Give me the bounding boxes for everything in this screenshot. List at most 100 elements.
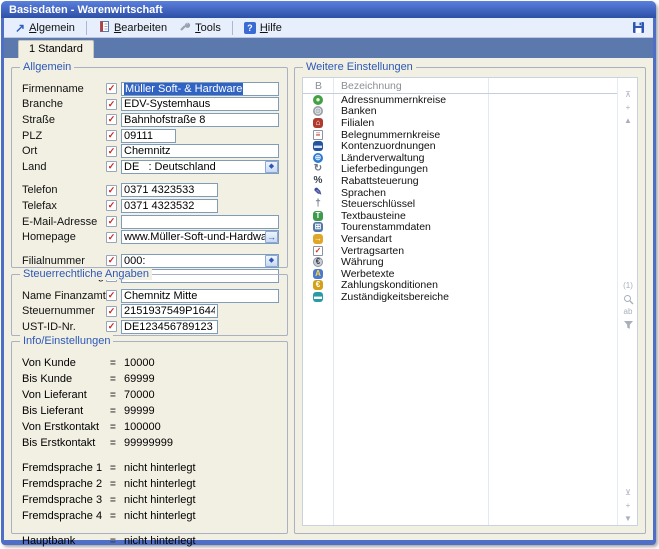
list-item[interactable]: ≡Belegnummernkreise — [303, 129, 617, 141]
edit-check-icon[interactable]: ✓ — [106, 185, 117, 196]
text-field[interactable] — [121, 215, 279, 229]
dropdown-field[interactable]: DE : Deutschland◆ — [121, 160, 279, 174]
window-titlebar[interactable]: Basisdaten - Warenwirtschaft — [1, 1, 656, 18]
field-row: Telefax✓0371 4323532 — [22, 198, 279, 214]
info-label: Fremdsprache 3 — [22, 494, 110, 506]
toolbar: ↗ Algemein Bearbeiten Tools ? Hilfe — [4, 18, 653, 38]
edit-check-icon[interactable]: ✓ — [106, 114, 117, 125]
info-row: Bis Kunde=69999 — [22, 371, 279, 387]
field-row: E-Mail-Adresse✓ — [22, 214, 279, 230]
list-item[interactable]: †Steuerschlüssel — [303, 198, 617, 210]
sort-icon[interactable]: ab — [618, 307, 638, 317]
save-button[interactable] — [629, 20, 647, 36]
edit-check-icon[interactable]: ✓ — [106, 200, 117, 211]
row-up-icon[interactable]: + — [618, 103, 638, 113]
list-item[interactable]: ↻Lieferbedingungen — [303, 164, 617, 176]
edit-check-icon[interactable]: ✓ — [106, 290, 117, 301]
list-item[interactable]: TTextbausteine — [303, 210, 617, 222]
list-item[interactable]: AWerbetexte — [303, 268, 617, 280]
list-item[interactable]: ⌂Filialen — [303, 117, 617, 129]
info-label: Fremdsprache 2 — [22, 478, 110, 490]
list-item[interactable]: ✓Vertragsarten — [303, 245, 617, 257]
dropdown-spinner-icon[interactable]: ◆ — [265, 255, 278, 267]
text-field[interactable]: Chemnitz Mitte — [121, 289, 279, 303]
text-field[interactable]: EDV-Systemhaus — [121, 97, 279, 111]
info-row: Von Lieferant=70000 — [22, 387, 279, 403]
edit-check-icon[interactable]: ✓ — [106, 161, 117, 172]
text-field[interactable]: 0371 4323533 — [121, 183, 218, 197]
list-item[interactable]: ⊞Tourenstammdaten — [303, 222, 617, 234]
filter-icon[interactable] — [618, 320, 638, 333]
tab-strip: 1 Standard — [4, 38, 653, 58]
info-label: Von Lieferant — [22, 389, 110, 401]
edit-check-icon[interactable]: ✓ — [106, 232, 117, 243]
text-field[interactable]: 0371 4323532 — [121, 199, 218, 213]
list-item[interactable]: ◎Banken — [303, 106, 617, 118]
field-label: PLZ — [22, 130, 106, 142]
field-value: 09111 — [124, 130, 173, 142]
text-blocks-icon: T — [313, 211, 323, 221]
equals-sign: = — [110, 406, 124, 417]
open-link-icon[interactable]: → — [265, 231, 278, 243]
info-row: Fremdsprache 3=nicht hinterlegt — [22, 492, 279, 508]
column-header-bezeichnung[interactable]: Bezeichnung — [333, 80, 402, 92]
text-field[interactable]: Bahnhofstraße 8 — [121, 113, 279, 127]
menu-hilfe[interactable]: ? Hilfe — [239, 21, 287, 35]
dropdown-field[interactable]: 000:◆ — [121, 254, 279, 268]
list-item-label: Zuständigkeitsbereiche — [333, 291, 449, 303]
edit-check-icon[interactable]: ✓ — [106, 321, 117, 332]
edit-check-icon[interactable]: ✓ — [106, 306, 117, 317]
edit-check-icon[interactable]: ✓ — [106, 130, 117, 141]
equals-sign: = — [110, 495, 124, 506]
group-weitere: Weitere Einstellungen B Bezeichnung ●Adr… — [294, 67, 646, 534]
equals-sign: = — [110, 390, 124, 401]
equals-sign: = — [110, 438, 124, 449]
list-item[interactable]: ⊕Länderverwaltung — [303, 152, 617, 164]
edit-check-icon[interactable]: ✓ — [106, 146, 117, 157]
tab-standard[interactable]: 1 Standard — [18, 40, 94, 58]
list-item[interactable]: €Währung — [303, 256, 617, 268]
field-row: PLZ✓ 09111 — [22, 128, 279, 144]
edit-check-icon[interactable]: ✓ — [106, 83, 117, 94]
list-item-icon-cell: ⌂ — [303, 118, 333, 128]
edit-check-icon[interactable]: ✓ — [106, 216, 117, 227]
link-field[interactable]: www.Müller-Soft-und-Hardware.de→ — [121, 230, 279, 244]
toolbar-separator — [232, 21, 233, 35]
dropdown-spinner-icon[interactable]: ◆ — [265, 161, 278, 173]
text-field[interactable]: 2151937549P1644 — [121, 304, 218, 318]
edit-check-icon[interactable]: ✓ — [106, 255, 117, 266]
list-item[interactable]: ▬Kontenzuordnungen — [303, 140, 617, 152]
text-field[interactable]: 09111 — [121, 129, 176, 143]
edit-check-icon[interactable]: ✓ — [106, 99, 117, 110]
scroll-top-icon[interactable]: ⊼ — [618, 90, 638, 100]
menu-tools[interactable]: Tools — [174, 19, 226, 36]
info-value: 10000 — [124, 357, 279, 369]
list-item[interactable]: %Rabattsteuerung — [303, 175, 617, 187]
count-icon[interactable]: (1) — [618, 281, 638, 291]
list-item[interactable]: ▬Zuständigkeitsbereiche — [303, 291, 617, 303]
scroll-bottom-icon[interactable]: ⊻ — [618, 488, 638, 498]
list-item[interactable]: ●Adressnummernkreise — [303, 94, 617, 106]
text-field[interactable]: Chemnitz — [121, 144, 279, 158]
row-down-icon[interactable]: + — [618, 501, 638, 511]
column-header-b[interactable]: B — [303, 80, 333, 92]
text-field[interactable]: Müller Soft- & Hardware — [121, 82, 279, 96]
list-item[interactable]: €Zahlungskonditionen — [303, 280, 617, 292]
menu-bearbeiten[interactable]: Bearbeiten — [93, 19, 172, 36]
group-allgemein: Allgemein Firmenname✓Müller Soft- & Hard… — [11, 67, 288, 268]
search-icon[interactable] — [618, 294, 638, 308]
info-value: nicht hinterlegt — [124, 462, 279, 474]
field-value: 2151937549P1644 — [124, 305, 215, 317]
text-field[interactable]: DE123456789123 — [121, 320, 218, 334]
scroll-up-icon[interactable]: ▲ — [618, 116, 638, 126]
info-row: Fremdsprache 1=nicht hinterlegt — [22, 460, 279, 476]
list-item[interactable]: ✎Sprachen — [303, 187, 617, 199]
field-value: www.Müller-Soft-und-Hardware.de — [124, 231, 265, 243]
payment-terms-icon: € — [313, 280, 323, 290]
list-item-icon-cell: ◎ — [303, 106, 333, 116]
field-label: Firmenname — [22, 83, 106, 95]
menu-allgemein[interactable]: ↗ Algemein — [10, 21, 80, 35]
list-header[interactable]: B Bezeichnung — [303, 78, 617, 94]
list-item[interactable]: →Versandart — [303, 233, 617, 245]
scroll-down-icon[interactable]: ▼ — [618, 514, 638, 524]
